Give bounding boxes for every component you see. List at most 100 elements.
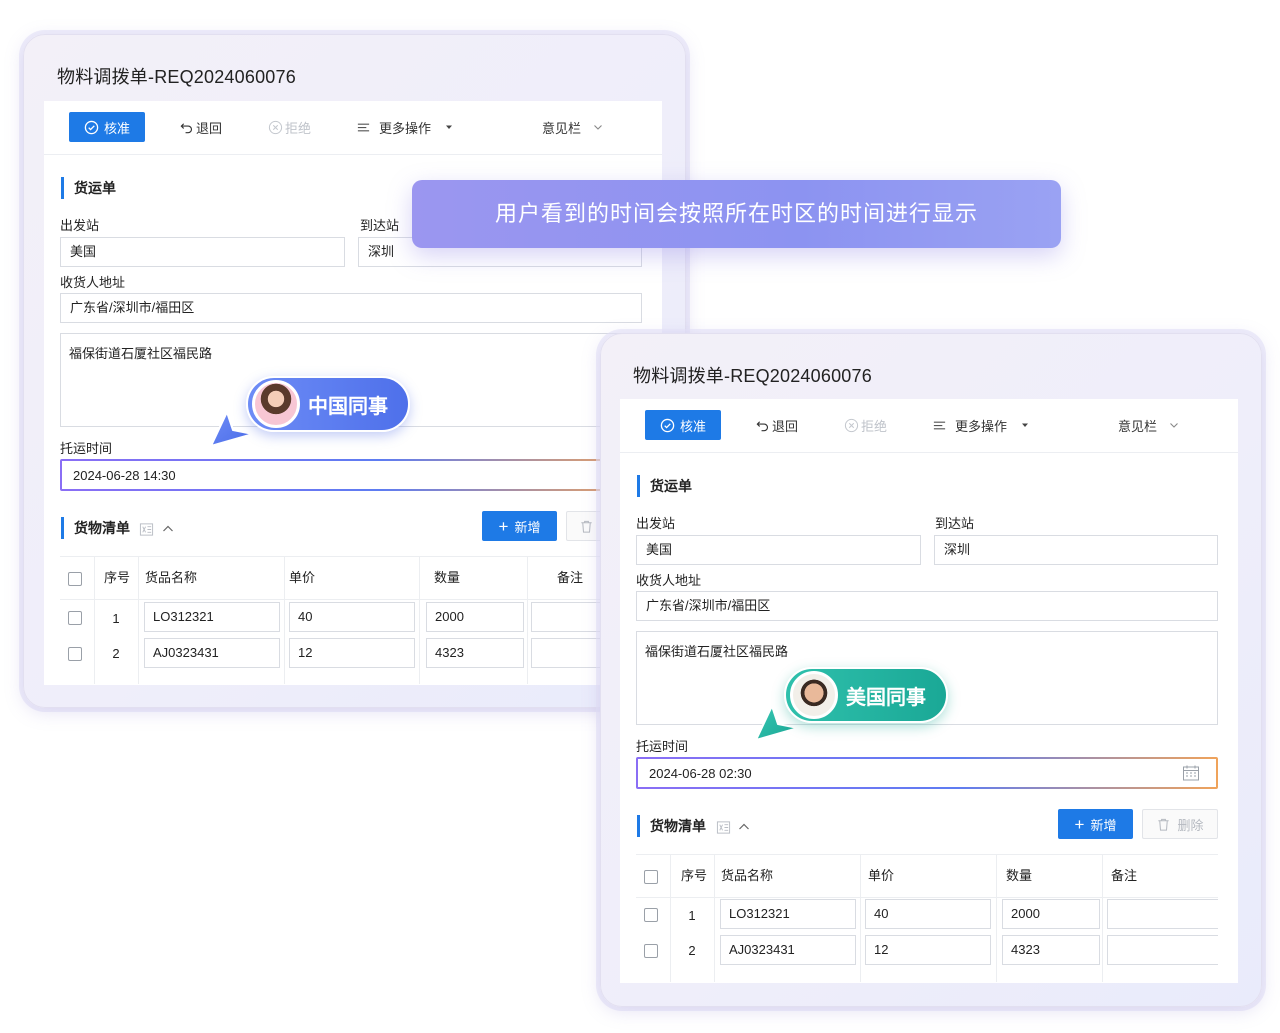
name-input[interactable]: AJ0323431 — [720, 935, 856, 965]
price-input[interactable]: 40 — [865, 899, 991, 929]
plus-icon: + — [498, 516, 509, 536]
header-note: 备注 — [1111, 868, 1138, 883]
destination-label: 到达站 — [360, 218, 400, 233]
section-title-shipment: 货运单 — [637, 475, 692, 497]
col-divider — [714, 854, 715, 982]
row-checkbox[interactable] — [644, 908, 658, 922]
form-title: 物料调拨单-REQ2024060076 — [633, 366, 872, 386]
collapse-chevron-icon[interactable] — [161, 522, 175, 536]
note-input[interactable] — [531, 638, 604, 668]
return-button[interactable]: 退回 — [179, 112, 222, 142]
col-divider — [670, 854, 671, 982]
header-name: 货品名称 — [145, 570, 198, 585]
add-label: 新增 — [514, 519, 541, 535]
delete-label: 删除 — [1177, 817, 1204, 833]
more-actions-dropdown[interactable]: 更多操作 — [356, 112, 454, 142]
select-all-checkbox[interactable] — [68, 572, 82, 586]
row-number: 1 — [112, 611, 120, 626]
colleague-bubble-us: 美国同事 — [784, 667, 948, 723]
row-checkbox[interactable] — [644, 944, 658, 958]
col-divider — [284, 556, 285, 684]
origin-field[interactable]: 美国 — [60, 237, 345, 267]
col-divider — [1102, 854, 1103, 982]
price-input[interactable]: 40 — [289, 602, 415, 632]
header-no: 序号 — [681, 868, 708, 883]
row-number: 2 — [688, 943, 696, 958]
destination-field[interactable]: 深圳 — [934, 535, 1218, 565]
name-input[interactable]: LO312321 — [720, 899, 856, 929]
row-number: 1 — [688, 908, 696, 923]
qty-input[interactable]: 4323 — [1002, 935, 1100, 965]
reject-label: 拒绝 — [861, 418, 888, 434]
address-field[interactable]: 广东省/深圳市/福田区 — [636, 591, 1218, 621]
header-note: 备注 — [557, 570, 584, 585]
name-input[interactable]: LO312321 — [144, 602, 280, 632]
collapse-chevron-icon[interactable] — [737, 820, 751, 834]
more-actions-label: 更多操作 — [379, 120, 432, 136]
section-title-shipment: 货运单 — [61, 177, 116, 199]
col-divider — [94, 556, 95, 684]
qty-input[interactable]: 2000 — [1002, 899, 1100, 929]
return-label: 退回 — [772, 418, 799, 434]
colleague-bubble-china: 中国同事 — [246, 376, 410, 432]
return-button[interactable]: 退回 — [755, 410, 798, 440]
chevron-down-icon — [594, 125, 602, 130]
approve-button[interactable]: 核准 — [69, 112, 146, 142]
reject-button[interactable]: 拒绝 — [844, 410, 887, 440]
qty-input[interactable]: 4323 — [426, 638, 524, 668]
header-name: 货品名称 — [721, 868, 774, 883]
section-title-goods: 货物清单 — [61, 517, 130, 539]
reject-button[interactable]: 拒绝 — [268, 112, 311, 142]
form-title: 物料调拨单-REQ2024060076 — [57, 67, 296, 87]
colleague-name: 美国同事 — [846, 686, 926, 709]
header-price: 单价 — [289, 570, 316, 585]
row-number: 2 — [112, 646, 120, 661]
undo-icon — [756, 420, 768, 431]
add-label: 新增 — [1090, 817, 1117, 833]
ship-time-field[interactable]: 2024-06-28 02:30 — [636, 757, 1218, 789]
excel-icon[interactable] — [716, 820, 731, 835]
note-input[interactable] — [1107, 899, 1218, 929]
delete-row-button[interactable]: 删除 — [1142, 809, 1218, 839]
note-input[interactable] — [531, 602, 604, 632]
origin-field[interactable]: 美国 — [636, 535, 921, 565]
section-title-goods: 货物清单 — [637, 815, 706, 837]
opinion-label: 意见栏 — [1118, 418, 1158, 434]
trash-icon — [580, 520, 592, 533]
approve-button[interactable]: 核准 — [645, 410, 722, 440]
name-input[interactable]: AJ0323431 — [144, 638, 280, 668]
opinion-dropdown[interactable]: 意见栏 — [542, 112, 604, 142]
origin-label: 出发站 — [636, 516, 676, 531]
price-input[interactable]: 12 — [289, 638, 415, 668]
avatar — [252, 380, 300, 428]
add-row-button[interactable]: + 新增 — [1058, 809, 1133, 839]
goods-table: 序号 货品名称 单价 数量 备注 1 LO312321 40 2000 2 AJ… — [636, 854, 1218, 982]
menu-lines-icon — [933, 421, 946, 429]
close-circle-icon — [268, 120, 283, 134]
opinion-dropdown[interactable]: 意见栏 — [1118, 410, 1180, 440]
undo-icon — [180, 122, 192, 133]
price-input[interactable]: 12 — [865, 935, 991, 965]
toolbar: 核准 退回 拒绝 更多操作 意见栏 — [44, 101, 662, 155]
row-checkbox[interactable] — [68, 647, 82, 661]
qty-input[interactable]: 2000 — [426, 602, 524, 632]
note-input[interactable] — [1107, 935, 1218, 965]
row-checkbox[interactable] — [68, 611, 82, 625]
close-circle-icon — [844, 418, 859, 432]
goods-table: 序号 货品名称 单价 数量 备注 1 LO312321 40 2000 2 AJ… — [60, 556, 604, 684]
address-field[interactable]: 广东省/深圳市/福田区 — [60, 293, 642, 323]
more-actions-dropdown[interactable]: 更多操作 — [932, 410, 1030, 440]
header-price: 单价 — [868, 868, 895, 883]
check-circle-icon — [660, 418, 675, 432]
origin-label: 出发站 — [60, 218, 100, 233]
select-all-checkbox[interactable] — [644, 870, 658, 884]
opinion-label: 意见栏 — [542, 120, 582, 136]
add-row-button[interactable]: + 新增 — [482, 511, 557, 541]
calendar-icon[interactable] — [1182, 764, 1200, 782]
approve-label: 核准 — [680, 418, 707, 434]
col-divider — [527, 556, 528, 684]
header-no: 序号 — [104, 570, 131, 585]
excel-icon[interactable] — [139, 522, 154, 537]
ship-time-field[interactable]: 2024-06-28 14:30 — [60, 459, 642, 491]
avatar — [790, 671, 838, 719]
